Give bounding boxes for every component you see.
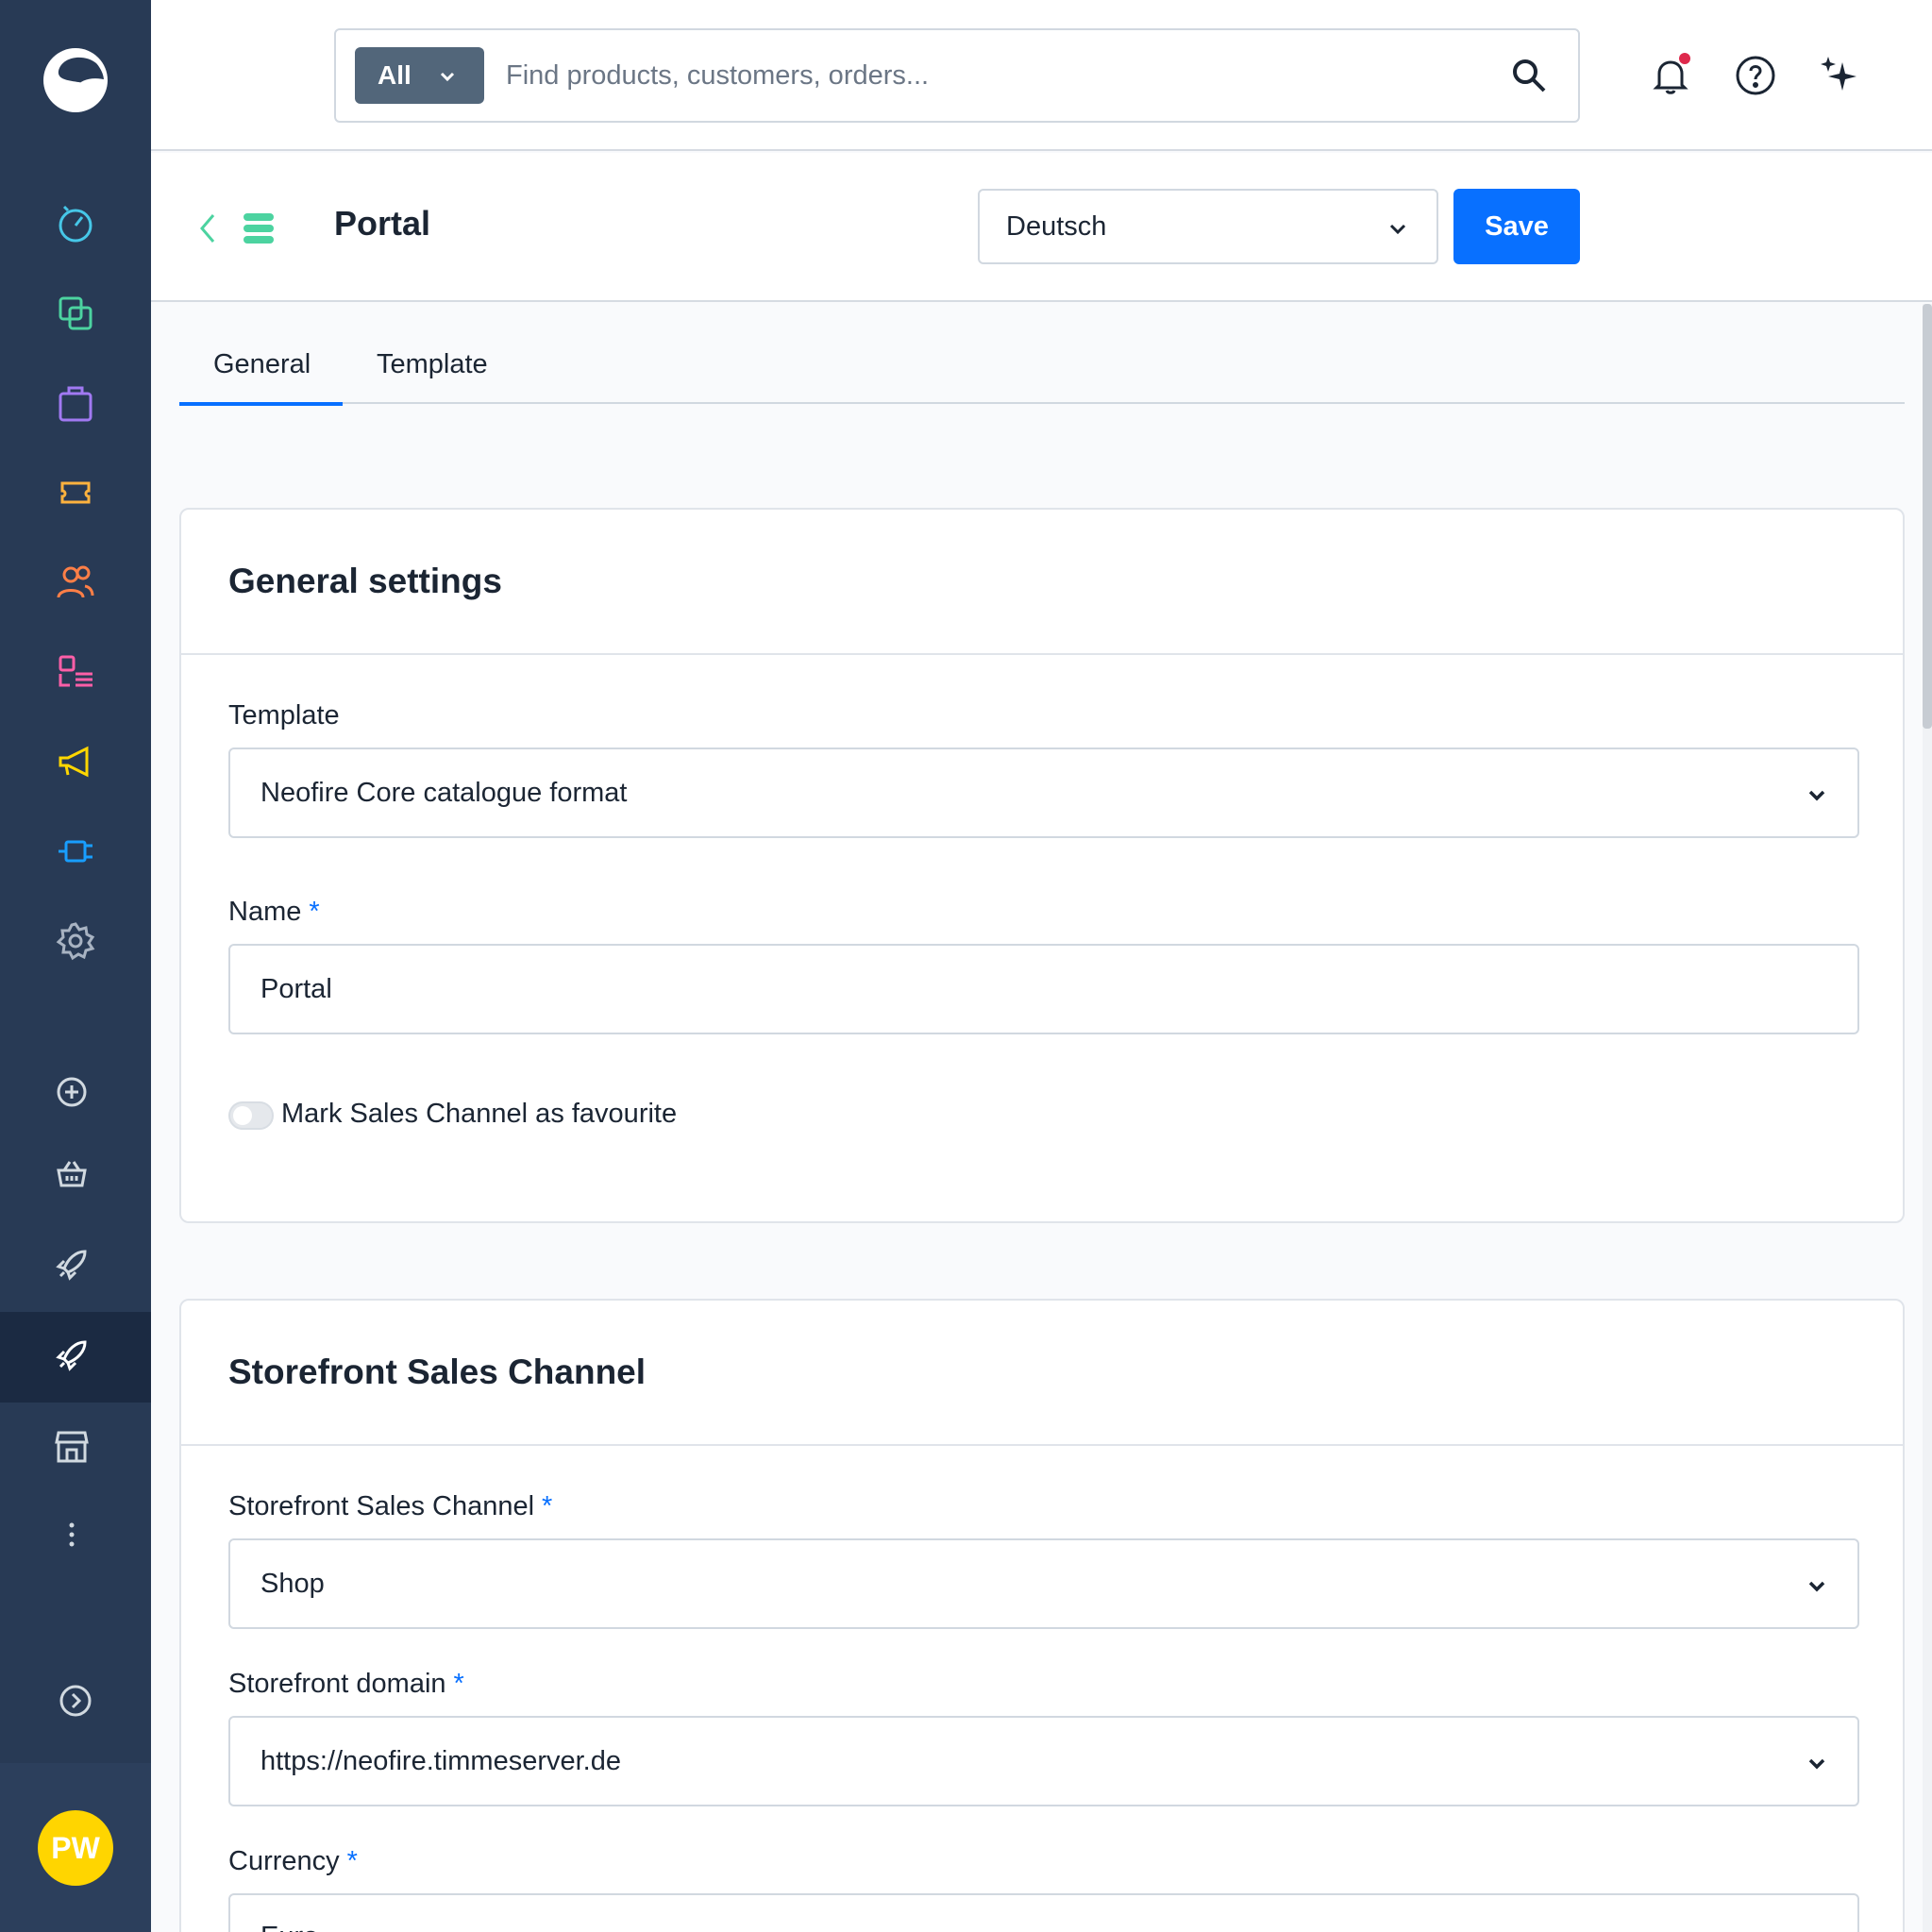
basket-icon[interactable] [42, 1144, 102, 1204]
storefront-domain-label: Storefront domain * [228, 1669, 464, 1700]
search-type-label: All [378, 60, 412, 90]
storefront-channel-label: Storefront Sales Channel * [228, 1491, 552, 1522]
ai-sparkle-icon[interactable] [1816, 53, 1861, 98]
storefront-sales-channel-card: Storefront Sales Channel Storefront Sale… [179, 1299, 1905, 1932]
currency-label: Currency * [228, 1846, 358, 1877]
currency-select[interactable]: Euro [228, 1893, 1859, 1932]
global-search: All [334, 28, 1580, 123]
favourite-label: Mark Sales Channel as favourite [281, 1099, 678, 1129]
rocket-icon[interactable] [42, 1235, 102, 1295]
currency-label-text: Currency [228, 1846, 340, 1876]
storefront-domain-label-text: Storefront domain [228, 1669, 446, 1699]
tab-template[interactable]: Template [377, 349, 488, 402]
storefront-domain-select[interactable]: https://neofire.timmeserver.de [228, 1716, 1859, 1806]
more-icon[interactable] [42, 1504, 102, 1565]
required-marker: * [453, 1669, 464, 1699]
page-header: Portal Deutsch Save [151, 153, 1932, 302]
chevron-down-icon [1808, 1758, 1825, 1770]
user-avatar[interactable]: PW [38, 1810, 113, 1886]
search-type-dropdown[interactable]: All [355, 47, 484, 104]
template-select[interactable]: Neofire Core catalogue format [228, 748, 1859, 838]
customers-ticket-icon[interactable] [45, 462, 106, 523]
name-field[interactable]: Portal [228, 944, 1859, 1034]
storefront-channel-value: Shop [260, 1568, 325, 1599]
tab-bar: General Template [178, 340, 1905, 406]
back-arrow-icon[interactable] [193, 210, 223, 247]
required-marker: * [346, 1846, 358, 1876]
language-select[interactable]: Deutsch [978, 189, 1438, 264]
name-label-text: Name [228, 897, 302, 927]
name-value: Portal [260, 973, 332, 1004]
favourite-toggle[interactable] [228, 1101, 274, 1130]
sidebar: PW [0, 0, 151, 1932]
rocket-active-icon[interactable] [42, 1325, 102, 1386]
extensions-icon[interactable] [45, 821, 106, 882]
expand-sidebar-icon[interactable] [45, 1671, 106, 1731]
page-title: Portal [334, 204, 431, 243]
shopware-logo-icon[interactable] [38, 42, 113, 118]
customers-icon[interactable] [45, 552, 106, 613]
notification-dot [1679, 53, 1690, 64]
help-icon[interactable] [1733, 53, 1778, 98]
marketing-icon[interactable] [45, 731, 106, 792]
sales-channel-list-icon [244, 213, 274, 244]
general-settings-title: General settings [181, 510, 1903, 655]
storefront-icon[interactable] [42, 1416, 102, 1476]
storefront-title: Storefront Sales Channel [181, 1301, 1903, 1446]
catalogues-icon[interactable] [45, 283, 106, 344]
chevron-down-icon [1389, 224, 1406, 235]
storefront-domain-value: https://neofire.timmeserver.de [260, 1745, 621, 1776]
chevron-down-icon [1808, 1581, 1825, 1592]
orders-icon[interactable] [45, 373, 106, 433]
content-icon[interactable] [45, 642, 106, 702]
scrollbar-thumb[interactable] [1923, 304, 1932, 729]
currency-value: Euro [260, 1922, 318, 1932]
search-input[interactable] [506, 47, 1450, 104]
settings-icon[interactable] [45, 911, 106, 971]
add-sales-channel-icon[interactable] [42, 1062, 102, 1122]
chevron-down-icon [440, 72, 455, 82]
storefront-channel-label-text: Storefront Sales Channel [228, 1491, 535, 1521]
required-marker: * [309, 897, 320, 927]
template-label: Template [228, 700, 340, 731]
save-button[interactable]: Save [1453, 189, 1580, 264]
top-bar: All [151, 0, 1932, 151]
search-icon[interactable] [1508, 55, 1550, 96]
required-marker: * [542, 1491, 553, 1521]
language-value: Deutsch [1006, 210, 1107, 242]
general-settings-card: General settings Template Neofire Core c… [179, 508, 1905, 1223]
name-label: Name * [228, 897, 320, 928]
chevron-down-icon [1808, 790, 1825, 801]
template-value: Neofire Core catalogue format [260, 777, 628, 808]
tab-general[interactable]: General [178, 349, 344, 406]
dashboard-icon[interactable] [45, 193, 106, 254]
storefront-channel-select[interactable]: Shop [228, 1538, 1859, 1629]
